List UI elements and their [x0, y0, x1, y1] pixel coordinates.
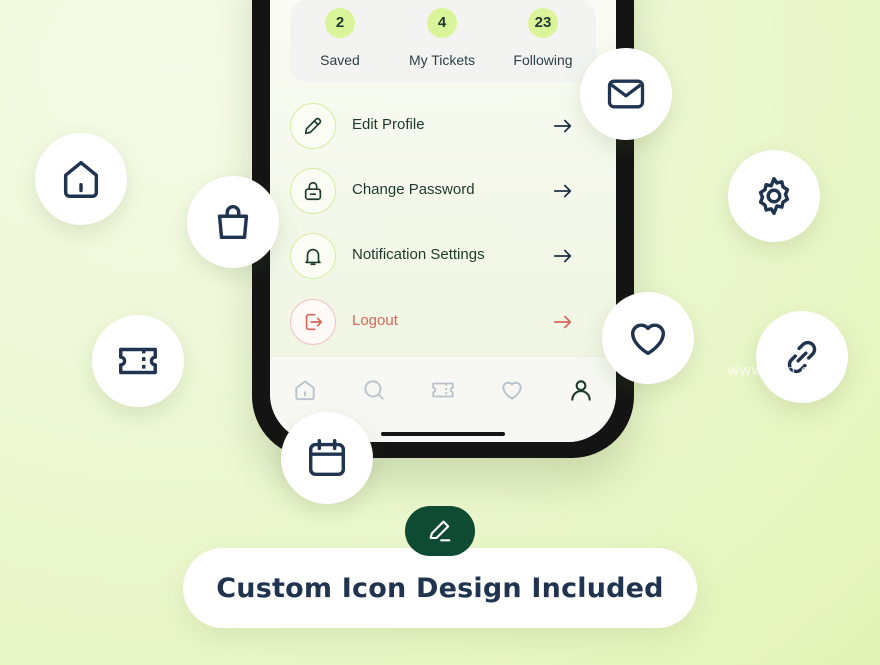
stat-my-tickets[interactable]: 4 My Tickets — [392, 8, 492, 68]
gear-icon — [728, 150, 820, 242]
phone-screen: 2 Saved 4 My Tickets 23 Following Edit P… — [270, 0, 616, 442]
arrow-right-icon — [552, 115, 574, 137]
stat-value: 23 — [528, 8, 558, 38]
pencil-icon — [290, 103, 336, 149]
pencil-badge — [405, 506, 475, 556]
caption-text: Custom Icon Design Included — [216, 572, 664, 604]
lock-icon — [290, 168, 336, 214]
menu-label: Logout — [352, 312, 398, 329]
stat-label: Saved — [320, 52, 360, 68]
heart-icon[interactable] — [499, 377, 527, 405]
menu-label: Change Password — [352, 181, 475, 198]
caption-pill: Custom Icon Design Included — [183, 548, 697, 628]
arrow-right-icon — [552, 180, 574, 202]
stats-card: 2 Saved 4 My Tickets 23 Following — [290, 0, 596, 82]
menu-item-logout[interactable]: Logout — [290, 297, 596, 347]
calendar-icon — [281, 412, 373, 504]
bell-icon — [290, 233, 336, 279]
stat-value: 2 — [325, 8, 355, 38]
ticket-icon — [92, 315, 184, 407]
stat-saved[interactable]: 2 Saved — [290, 8, 390, 68]
arrow-right-icon — [552, 245, 574, 267]
menu-label: Edit Profile — [352, 116, 425, 133]
menu-item-edit-profile[interactable]: Edit Profile — [290, 101, 596, 151]
mail-icon — [580, 48, 672, 140]
shopping-bag-icon — [187, 176, 279, 268]
link-icon — [756, 311, 848, 403]
stat-label: Following — [513, 52, 573, 68]
home-icon[interactable] — [292, 377, 320, 405]
stat-following[interactable]: 23 Following — [493, 8, 593, 68]
stat-value: 4 — [427, 8, 457, 38]
stat-label: My Tickets — [408, 52, 476, 68]
user-icon[interactable] — [568, 377, 596, 405]
watermark: www.ooo.com — [728, 362, 833, 379]
menu-item-notification-settings[interactable]: Notification Settings — [290, 231, 596, 281]
search-icon[interactable] — [361, 377, 389, 405]
pencil-icon — [426, 517, 454, 545]
ticket-icon[interactable] — [430, 377, 458, 405]
logout-icon — [290, 299, 336, 345]
heart-icon — [602, 292, 694, 384]
home-icon — [35, 133, 127, 225]
arrow-right-icon — [552, 311, 574, 333]
menu-label: Notification Settings — [352, 246, 485, 263]
menu-item-change-password[interactable]: Change Password — [290, 166, 596, 216]
home-indicator — [381, 432, 505, 436]
